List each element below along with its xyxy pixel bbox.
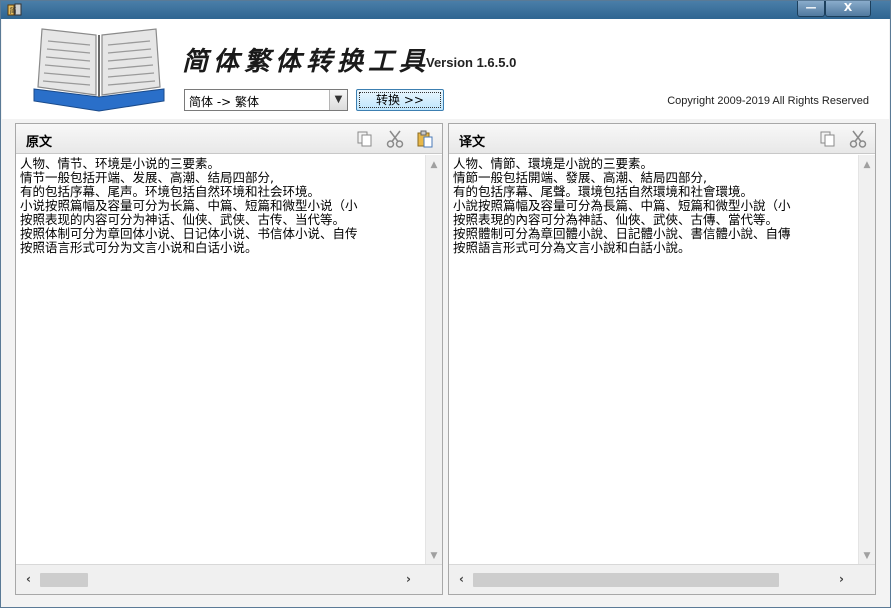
source-text-line: 情节一般包括开端、发展、高潮、结局四部分,	[20, 170, 274, 185]
source-text-line: 按照语言形式可分为文言小说和白话小说。	[20, 240, 258, 255]
result-text-line: 人物、情節、環境是小說的三要素。	[453, 156, 654, 171]
close-button[interactable]: X	[825, 1, 871, 17]
source-panel-header: 原文	[16, 124, 442, 154]
source-text-line: 人物、情节、环境是小说的三要素。	[20, 156, 221, 171]
result-text-area[interactable]: 人物、情節、環境是小說的三要素。 情節一般包括開端、發展、高潮、結局四部分, 有…	[449, 155, 875, 563]
result-text-line: 按照表現的內容可分為神話、仙俠、武俠、古傳、當代等。	[453, 212, 779, 227]
source-horizontal-scrollbar[interactable]: ‹ ›	[16, 564, 442, 594]
scroll-thumb[interactable]	[40, 573, 88, 587]
title-bar[interactable]: 简 — X	[1, 1, 890, 19]
app-icon: 简	[7, 3, 22, 16]
conversion-mode-value: 简体 -> 繁体	[189, 95, 260, 109]
source-text-line: 按照体制可分为章回体小说、日记体小说、书信体小说、自传	[20, 226, 358, 241]
scroll-right-icon[interactable]: ›	[400, 571, 417, 588]
source-text-line: 小说按照篇幅及容量可分为长篇、中篇、短篇和微型小说（小	[20, 198, 358, 213]
source-panel-title: 原文	[26, 135, 53, 150]
copyright-label: Copyright 2009-2019 All Rights Reserved	[667, 95, 869, 107]
scroll-down-icon[interactable]: ▼	[426, 548, 442, 565]
source-vertical-scrollbar[interactable]: ▲ ▼	[425, 155, 442, 565]
scroll-up-icon[interactable]: ▲	[859, 157, 875, 174]
svg-text:简: 简	[10, 6, 17, 15]
convert-button[interactable]: 转换 >>	[356, 89, 444, 111]
conversion-mode-select[interactable]: 简体 -> 繁体 ▼	[184, 89, 348, 111]
result-panel: 译文 人物、情節、環境是小說的三要素。 情節一般包括開端、發展、高潮、結局四部分…	[448, 123, 876, 595]
scroll-thumb[interactable]	[473, 573, 779, 587]
paste-icon[interactable]	[416, 130, 434, 148]
header-banner: 简体繁体转换工具 Version 1.6.5.0 Copyright 2009-…	[2, 19, 889, 119]
source-text-line: 按照表现的内容可分为神话、仙侠、武侠、古传、当代等。	[20, 212, 346, 227]
chevron-down-icon[interactable]: ▼	[329, 90, 347, 110]
cut-icon[interactable]	[386, 130, 404, 148]
focus-rect	[359, 92, 441, 108]
scroll-up-icon[interactable]: ▲	[426, 157, 442, 174]
source-panel: 原文 人物、情节、环境是小说的三要素。 情节一般包括开端、发展、高潮、结局四部分…	[15, 123, 443, 595]
source-text-area[interactable]: 人物、情节、环境是小说的三要素。 情节一般包括开端、发展、高潮、结局四部分, 有…	[16, 155, 442, 563]
result-text-line: 情節一般包括開端、發展、高潮、結局四部分,	[453, 170, 707, 185]
result-panel-header: 译文	[449, 124, 875, 154]
scroll-left-icon[interactable]: ‹	[453, 571, 470, 588]
result-text-line: 按照語言形式可分為文言小說和白話小說。	[453, 240, 691, 255]
result-panel-title: 译文	[459, 135, 486, 150]
copy-icon[interactable]	[356, 130, 374, 148]
scroll-right-icon[interactable]: ›	[833, 571, 850, 588]
book-logo-icon	[33, 28, 165, 112]
minimize-button[interactable]: —	[797, 1, 825, 17]
result-text-line: 有的包括序幕、尾聲。環境包括自然環境和社會環境。	[453, 184, 754, 199]
scroll-down-icon[interactable]: ▼	[859, 548, 875, 565]
copy-icon[interactable]	[819, 130, 837, 148]
cut-icon[interactable]	[849, 130, 867, 148]
result-horizontal-scrollbar[interactable]: ‹ ›	[449, 564, 875, 594]
version-label: Version 1.6.5.0	[426, 55, 517, 70]
source-text-line: 有的包括序幕、尾声。环境包括自然环境和社会环境。	[20, 184, 321, 199]
result-vertical-scrollbar[interactable]: ▲ ▼	[858, 155, 875, 565]
app-title: 简体繁体转换工具	[182, 47, 431, 77]
result-text-line: 按照體制可分為章回體小說、日記體小說、書信體小說、自傳	[453, 226, 791, 241]
app-window: 简 — X 简体繁体转换工具 Version 1.6.5.0 Copyright…	[0, 0, 891, 608]
result-text-line: 小說按照篇幅及容量可分為長篇、中篇、短篇和微型小說（小	[453, 198, 791, 213]
scroll-left-icon[interactable]: ‹	[20, 571, 37, 588]
